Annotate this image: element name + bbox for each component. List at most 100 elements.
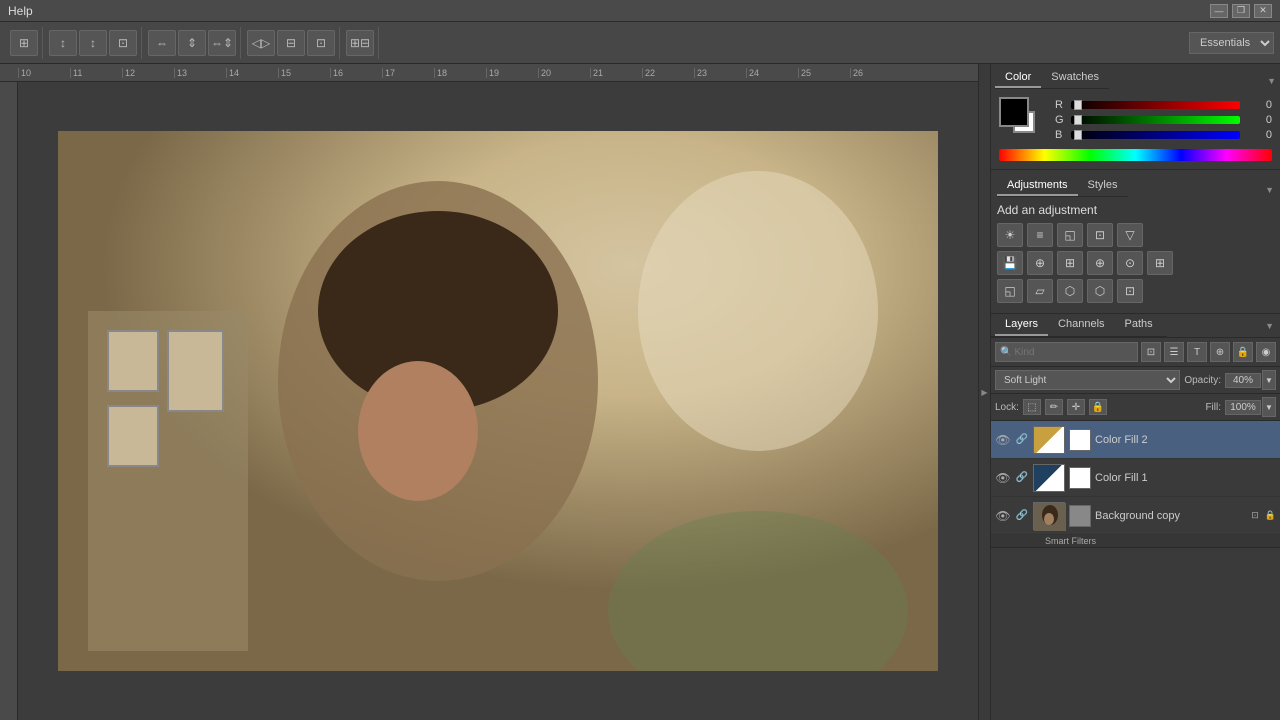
rgb-sliders: R 0 G 0 bbox=[1055, 99, 1272, 144]
photo-canvas bbox=[58, 131, 938, 671]
adj-curves-icon[interactable]: ◱ bbox=[1057, 223, 1083, 247]
tab-channels[interactable]: Channels bbox=[1048, 314, 1114, 336]
adj-threshold-icon[interactable]: ▱ bbox=[1027, 279, 1053, 303]
fill-dropdown-btn[interactable]: ▼ bbox=[1262, 397, 1276, 417]
toolbar-group-1: ⊞ bbox=[6, 27, 43, 59]
adj-invert-icon[interactable]: ⊡ bbox=[1117, 279, 1143, 303]
title-bar-title: Help bbox=[8, 4, 33, 18]
tab-styles[interactable]: Styles bbox=[1078, 176, 1128, 196]
blue-slider[interactable] bbox=[1071, 131, 1240, 139]
adj-icons-row-1: ☀ ≡ ◱ ⊡ ▽ bbox=[997, 223, 1274, 247]
toolbar-btn-1[interactable]: ⊞ bbox=[10, 30, 38, 56]
lock-transparent-btn[interactable]: ⬚ bbox=[1023, 399, 1041, 415]
toolbar-btn-5[interactable]: ⇔ bbox=[148, 30, 176, 56]
ruler-num-26: 26 bbox=[850, 68, 902, 78]
tab-layers[interactable]: Layers bbox=[995, 314, 1048, 336]
layer-type-btn[interactable]: T bbox=[1187, 342, 1207, 362]
ruler-num-23: 23 bbox=[694, 68, 746, 78]
layer-eye-color-fill-2[interactable]: 👁 bbox=[995, 432, 1011, 448]
layer-eye-background-copy[interactable]: 👁 bbox=[995, 508, 1011, 524]
toolbar-btn-9[interactable]: ⊟ bbox=[277, 30, 305, 56]
opacity-input[interactable] bbox=[1225, 373, 1261, 388]
adj-posterize-icon[interactable]: ◱ bbox=[997, 279, 1023, 303]
canvas-area: 10 11 12 13 14 15 16 17 18 19 20 21 22 2… bbox=[0, 64, 978, 720]
toolbar-btn-4[interactable]: ⊡ bbox=[109, 30, 137, 56]
green-slider-row: G 0 bbox=[1055, 114, 1272, 126]
layer-visibility-btn[interactable]: ◉ bbox=[1256, 342, 1276, 362]
tab-paths[interactable]: Paths bbox=[1115, 314, 1163, 336]
layer-item-color-fill-2[interactable]: 👁 🔗 Color Fill 2 bbox=[991, 421, 1280, 459]
adj-levels-icon[interactable]: ≡ bbox=[1027, 223, 1053, 247]
layer-mask-color-fill-2 bbox=[1069, 429, 1091, 451]
tab-adjustments[interactable]: Adjustments bbox=[997, 176, 1078, 196]
adj-gradient-icon[interactable]: ▽ bbox=[1117, 223, 1143, 247]
search-box: 🔍 bbox=[995, 342, 1138, 362]
lock-position-btn[interactable]: ✛ bbox=[1067, 399, 1085, 415]
layer-item-color-fill-1[interactable]: 👁 🔗 Color Fill 1 bbox=[991, 459, 1280, 497]
layer-mask-color-fill-1 bbox=[1069, 467, 1091, 489]
tab-swatches[interactable]: Swatches bbox=[1041, 68, 1109, 88]
layer-thumb-color-fill-1 bbox=[1033, 464, 1065, 492]
toolbar-btn-3[interactable]: ↕ bbox=[79, 30, 107, 56]
maximize-button[interactable]: ❒ bbox=[1232, 4, 1250, 18]
toolbar-btn-11[interactable]: ⊞⊟ bbox=[346, 30, 374, 56]
layers-panel-collapse[interactable]: ▼ bbox=[1265, 321, 1280, 331]
layer-link-background-copy[interactable]: 🔗 bbox=[1015, 508, 1029, 524]
adj-bw-icon[interactable]: ⊕ bbox=[1087, 251, 1113, 275]
fill-input[interactable] bbox=[1225, 400, 1261, 415]
layer-eye-color-fill-1[interactable]: 👁 bbox=[995, 470, 1011, 486]
toolbar-btn-8[interactable]: ◁▷ bbox=[247, 30, 275, 56]
adj-vibrance-icon[interactable]: 💾 bbox=[997, 251, 1023, 275]
blue-thumb[interactable] bbox=[1074, 130, 1082, 140]
photo-svg bbox=[58, 131, 938, 671]
smart-filters-label: Smart Filters bbox=[991, 535, 1280, 548]
red-thumb[interactable] bbox=[1074, 100, 1082, 110]
adj-colorbalance-icon[interactable]: ⊞ bbox=[1057, 251, 1083, 275]
red-slider[interactable] bbox=[1071, 101, 1240, 109]
toolbar-btn-6[interactable]: ⇕ bbox=[178, 30, 206, 56]
layer-link-color-fill-1[interactable]: 🔗 bbox=[1015, 470, 1029, 486]
opacity-label: Opacity: bbox=[1184, 375, 1221, 386]
adj-brightness-icon[interactable]: ☀ bbox=[997, 223, 1023, 247]
adj-exposure-icon[interactable]: ⊡ bbox=[1087, 223, 1113, 247]
adj-hsl-icon[interactable]: ⊕ bbox=[1027, 251, 1053, 275]
opacity-dropdown-btn[interactable]: ▼ bbox=[1262, 370, 1276, 390]
layer-effects-btn[interactable]: ⊕ bbox=[1210, 342, 1230, 362]
tab-color[interactable]: Color bbox=[995, 68, 1041, 88]
spectrum-bar[interactable] bbox=[999, 149, 1272, 161]
layer-link-color-fill-2[interactable]: 🔗 bbox=[1015, 432, 1029, 448]
close-button[interactable]: ✕ bbox=[1254, 4, 1272, 18]
adj-mixer-icon[interactable]: ⊞ bbox=[1147, 251, 1173, 275]
adjustments-panel: Adjustments Styles ▼ Add an adjustment ☀… bbox=[991, 170, 1280, 314]
ruler-num-17: 17 bbox=[382, 68, 434, 78]
layer-new-group-btn[interactable]: ☰ bbox=[1164, 342, 1184, 362]
lock-image-btn[interactable]: ✏ bbox=[1045, 399, 1063, 415]
ruler-num-10: 10 bbox=[18, 68, 70, 78]
red-slider-row: R 0 bbox=[1055, 99, 1272, 111]
minimize-button[interactable]: — bbox=[1210, 4, 1228, 18]
ruler-num-11: 11 bbox=[70, 68, 122, 78]
foreground-color-swatch[interactable] bbox=[999, 97, 1029, 127]
adj-panel-collapse[interactable]: ▼ bbox=[1265, 185, 1274, 195]
lock-all-btn[interactable]: 🔒 bbox=[1089, 399, 1107, 415]
toolbar-btn-2[interactable]: ↕ bbox=[49, 30, 77, 56]
layer-item-background-copy[interactable]: 👁 🔗 Background copy ⊡ 🔒 bbox=[991, 497, 1280, 535]
blend-mode-select[interactable]: Soft Light bbox=[995, 370, 1180, 390]
adj-selective-icon[interactable]: ⬡ bbox=[1087, 279, 1113, 303]
ruler-left bbox=[0, 82, 18, 720]
layer-thumb-bg-svg bbox=[1034, 503, 1066, 531]
layer-filter-btn[interactable]: ⊡ bbox=[1141, 342, 1161, 362]
green-thumb[interactable] bbox=[1074, 115, 1082, 125]
canvas-container[interactable] bbox=[18, 82, 978, 720]
search-icon: 🔍 bbox=[1000, 347, 1012, 358]
color-panel-collapse[interactable]: ▼ bbox=[1267, 76, 1276, 86]
search-input[interactable] bbox=[1014, 347, 1133, 358]
green-slider[interactable] bbox=[1071, 116, 1240, 124]
essentials-dropdown[interactable]: Essentials bbox=[1189, 32, 1274, 54]
toolbar-btn-7[interactable]: ⇔⇕ bbox=[208, 30, 236, 56]
adj-gradient-map-icon[interactable]: ⬡ bbox=[1057, 279, 1083, 303]
layer-lock-btn[interactable]: 🔒 bbox=[1233, 342, 1253, 362]
panel-collapse-left[interactable]: ▶ bbox=[978, 64, 990, 720]
adj-photofilter-icon[interactable]: ⊙ bbox=[1117, 251, 1143, 275]
toolbar-btn-10[interactable]: ⊡ bbox=[307, 30, 335, 56]
